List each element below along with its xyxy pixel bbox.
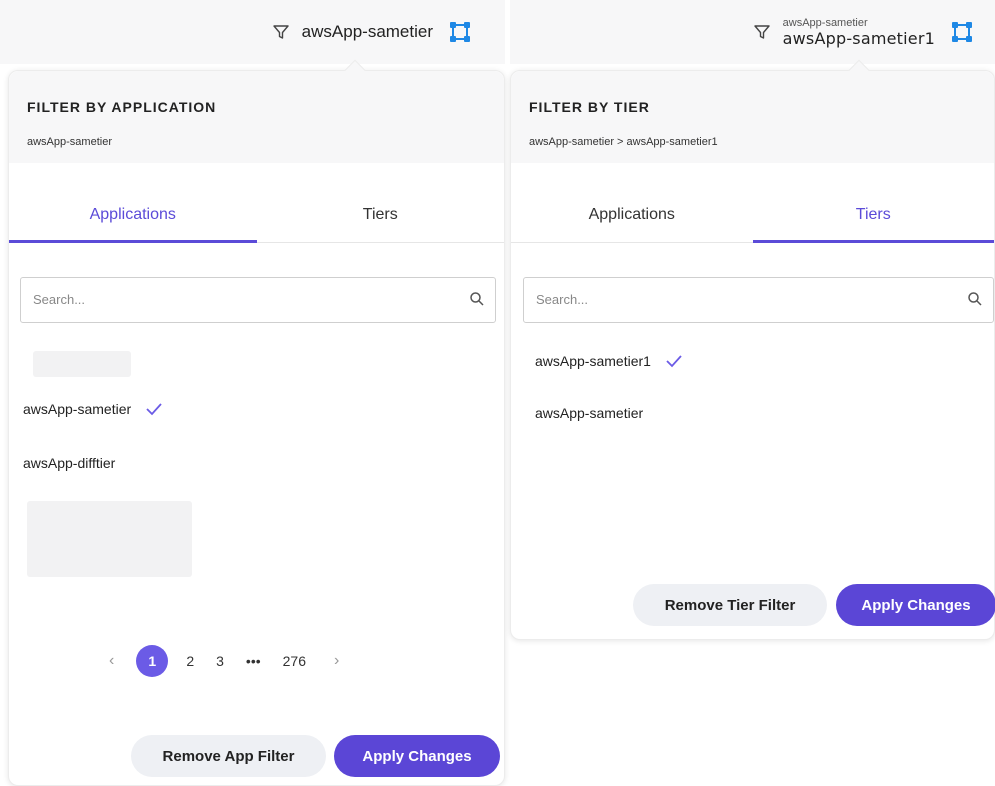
list-item-awsapp-sametier1[interactable]: awsApp-sametier1 (535, 353, 683, 369)
tab-tiers[interactable]: Tiers (752, 203, 994, 243)
filter-popover: FILTER BY APPLICATION awsApp-sametier Ap… (8, 59, 505, 786)
remove-app-filter-button[interactable]: Remove App Filter (131, 735, 326, 777)
list-item-awsapp-difftier[interactable]: awsApp-difftier (23, 455, 115, 471)
loading-placeholder (27, 501, 192, 577)
pagination-page-2[interactable]: 2 (186, 653, 194, 669)
search-icon[interactable] (469, 291, 485, 307)
topology-icon[interactable] (447, 19, 473, 45)
pagination: ‹ 1 2 3 ••• 276 › (109, 641, 361, 681)
pagination-ellipsis: ••• (245, 653, 261, 669)
tab-applications[interactable]: Applications (511, 203, 753, 243)
filter-popover: FILTER BY TIER awsApp-sametier > awsApp-… (510, 59, 995, 640)
topbar-filter-control[interactable]: awsApp-sametier awsApp-sametier1 (751, 0, 975, 64)
popover-heading: FILTER BY TIER (529, 99, 650, 115)
topbar-selection: awsApp-sametier awsApp-sametier1 (782, 16, 935, 48)
remove-tier-filter-button[interactable]: Remove Tier Filter (633, 584, 827, 626)
search-placeholder: Search... (536, 292, 589, 307)
selected-application-label: awsApp-sametier (782, 16, 868, 29)
selected-tier-label: awsApp-sametier1 (782, 28, 935, 48)
selected-path: awsApp-sametier > awsApp-sametier1 (529, 136, 718, 148)
pagination-page-3[interactable]: 3 (216, 653, 224, 669)
list-item-label: awsApp-sametier (23, 401, 132, 417)
popover-header: FILTER BY TIER awsApp-sametier > awsApp-… (511, 71, 994, 163)
filter-icon[interactable] (270, 21, 292, 43)
list-item-awsapp-sametier[interactable]: awsApp-sametier (535, 405, 643, 421)
pagination-next-button[interactable]: › (334, 652, 339, 670)
tier-filter-panel: awsApp-sametier awsApp-sametier1 FILTER … (510, 0, 995, 640)
topbar-filter-control[interactable]: awsApp-sametier (270, 0, 473, 64)
application-filter-panel: awsApp-sametier FILTER BY APPLICATION aw… (0, 0, 505, 786)
apply-changes-button[interactable]: Apply Changes (334, 735, 500, 777)
apply-changes-button[interactable]: Apply Changes (836, 584, 995, 626)
loading-placeholder (33, 351, 131, 377)
check-icon (145, 402, 163, 416)
filter-icon[interactable] (751, 21, 773, 43)
pagination-page-current[interactable]: 1 (136, 645, 169, 677)
topology-icon[interactable] (949, 19, 975, 45)
tab-tiers[interactable]: Tiers (257, 203, 505, 243)
list-item-awsapp-sametier[interactable]: awsApp-sametier (23, 401, 163, 417)
check-icon (665, 354, 683, 368)
tab-applications[interactable]: Applications (9, 203, 257, 243)
top-bar: awsApp-sametier (0, 0, 505, 64)
list-item-label: awsApp-difftier (23, 455, 116, 471)
pagination-page-last[interactable]: 276 (283, 653, 306, 669)
list-item-label: awsApp-sametier1 (535, 353, 651, 369)
tab-bar: Applications Tiers (9, 203, 504, 243)
search-icon[interactable] (967, 291, 983, 307)
list-item-label: awsApp-sametier (535, 405, 644, 421)
popover-heading: FILTER BY APPLICATION (27, 99, 217, 115)
popover-header: FILTER BY APPLICATION awsApp-sametier (9, 71, 504, 163)
tab-bar: Applications Tiers (511, 203, 994, 243)
search-placeholder: Search... (33, 292, 86, 307)
top-bar: awsApp-sametier awsApp-sametier1 (510, 0, 995, 64)
selected-application-label: awsApp-sametier (301, 22, 433, 41)
search-input[interactable]: Search... (523, 277, 994, 323)
search-input[interactable]: Search... (20, 277, 496, 323)
selected-path: awsApp-sametier (27, 136, 112, 148)
pagination-prev-button[interactable]: ‹ (109, 652, 114, 670)
